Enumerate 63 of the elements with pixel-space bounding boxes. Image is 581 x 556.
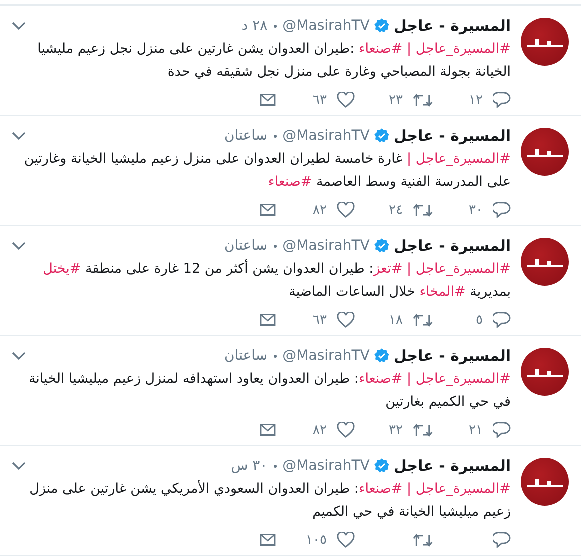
reply-icon[interactable]: [493, 312, 511, 328]
tweet-text: #المسيرة_عاجل | #صنعاء :طيران العدوان يشن غارتين على منزل نجل زعيم مليشيا الخيانة بجولة المصباحي وغارة على منزل نجل شقيقه في حدة: [36, 40, 511, 82]
tweet-text: #المسيرة_عاجل | غارة خامسة لطيران العدوان على منزل زعيم مليشيا الخيانة وغارتين على المدرسة الفنية وسط العاصمة #صنعاء: [23, 150, 511, 192]
heart-icon[interactable]: [337, 532, 355, 548]
retweet-count: ٢٣: [389, 92, 403, 108]
heart-icon[interactable]: [337, 312, 355, 328]
retweet-icon[interactable]: [413, 422, 433, 438]
account-handle[interactable]: @MasirahTV: [282, 348, 370, 364]
tweet-time[interactable]: ٣٠ س: [231, 458, 268, 474]
like-count: ٦٣: [313, 92, 327, 108]
reply-count: ٣٠: [469, 202, 483, 218]
chevron-down-icon[interactable]: [12, 132, 26, 140]
avatar[interactable]: [521, 18, 569, 66]
account-handle[interactable]: @MasirahTV: [282, 128, 370, 144]
account-name[interactable]: المسيرة - عاجل: [394, 237, 511, 255]
account-name[interactable]: المسيرة - عاجل: [394, 347, 511, 365]
reply-count: ٥: [476, 312, 483, 328]
chevron-down-icon[interactable]: [12, 462, 26, 470]
heart-icon[interactable]: [337, 202, 355, 218]
reply-count: ١٢: [469, 92, 483, 108]
tweet-time[interactable]: ٢٨ د: [242, 18, 268, 34]
retweet-count: ١٨: [389, 312, 403, 328]
like-count: ٨٢: [313, 202, 327, 218]
chevron-down-icon[interactable]: [12, 22, 26, 30]
avatar[interactable]: [521, 238, 569, 286]
tweet-time[interactable]: ساعتان: [224, 128, 268, 144]
retweet-count: ٢٤: [389, 202, 403, 218]
heart-icon[interactable]: [337, 422, 355, 438]
account-handle[interactable]: @MasirahTV: [282, 458, 370, 474]
reply-count: ٢١: [469, 422, 483, 438]
reply-icon[interactable]: [493, 202, 511, 218]
avatar[interactable]: [521, 128, 569, 176]
reply-icon[interactable]: [493, 532, 511, 548]
envelope-icon[interactable]: [259, 313, 277, 327]
like-count: ٦٣: [313, 312, 327, 328]
account-handle[interactable]: @MasirahTV: [282, 238, 370, 254]
envelope-icon[interactable]: [259, 533, 277, 547]
tweet-text: #المسيرة_عاجل | #تعز: طيران العدوان يشن أكثر من 12 غارة على منطقة #يختل بمديرية #المخاء خلال الساعات الماضية: [42, 258, 511, 302]
envelope-icon[interactable]: [259, 93, 277, 107]
account-name[interactable]: المسيرة - عاجل: [394, 127, 511, 145]
like-count: ٨٢: [313, 422, 327, 438]
envelope-icon[interactable]: [259, 203, 277, 217]
retweet-icon[interactable]: [413, 312, 433, 328]
chevron-down-icon[interactable]: [12, 242, 26, 250]
heart-icon[interactable]: [337, 92, 355, 108]
tweet-text: #المسيرة_عاجل | #صنعاء: طيران العدوان السعودي الأمريكي يشن غارتين على منزل زعيم ميليشيا الخيانة في حي الكميم: [28, 479, 511, 522]
reply-icon[interactable]: [493, 92, 511, 108]
retweet-count: ٣٢: [389, 422, 403, 438]
tweet-time[interactable]: ساعتان: [224, 238, 268, 254]
account-name[interactable]: المسيرة - عاجل: [394, 17, 511, 35]
tweet-text: #المسيرة_عاجل | #صنعاء: طيران العدوان يعاود استهدافه لمنزل زعيم ميليشيا الخيانة في حي الكميم بغارتين: [28, 370, 511, 412]
retweet-icon[interactable]: [413, 532, 433, 548]
tweet-time[interactable]: ساعتان: [224, 348, 268, 364]
like-count: ١٠٥: [306, 532, 327, 548]
avatar[interactable]: [521, 458, 569, 506]
retweet-icon[interactable]: [413, 202, 433, 218]
account-name[interactable]: المسيرة - عاجل: [394, 457, 511, 475]
reply-icon[interactable]: [493, 422, 511, 438]
envelope-icon[interactable]: [259, 423, 277, 437]
chevron-down-icon[interactable]: [12, 352, 26, 360]
avatar[interactable]: [521, 348, 569, 396]
account-handle[interactable]: @MasirahTV: [282, 18, 370, 34]
retweet-icon[interactable]: [413, 92, 433, 108]
